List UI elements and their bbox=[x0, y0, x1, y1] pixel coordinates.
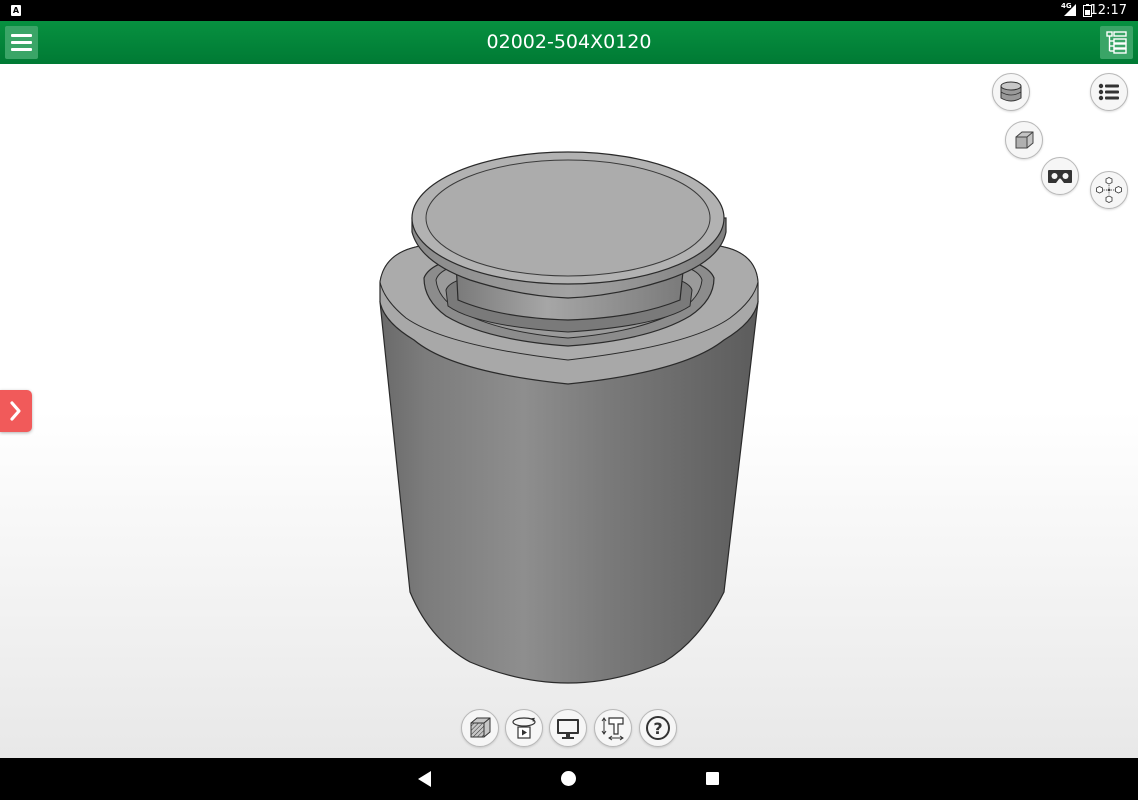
display-icon bbox=[557, 719, 579, 739]
cylinder-view-button[interactable] bbox=[992, 73, 1030, 111]
help-glyph: ? bbox=[653, 719, 662, 738]
explode-view-icon bbox=[1096, 176, 1122, 204]
page-title: 02002-504X0120 bbox=[486, 31, 652, 53]
chevron-right-icon bbox=[10, 401, 21, 421]
signal-icon bbox=[1064, 4, 1076, 16]
list-button[interactable] bbox=[1090, 73, 1128, 111]
system-nav-bar bbox=[0, 758, 1138, 800]
cube-view-button[interactable] bbox=[1005, 121, 1043, 159]
app-bar: 02002-504X0120 bbox=[0, 21, 1138, 64]
notification-icon: A bbox=[11, 5, 21, 16]
rotate-animation-icon bbox=[512, 717, 536, 739]
tree-structure-icon bbox=[1106, 31, 1127, 54]
explode-view-button[interactable] bbox=[1090, 171, 1128, 209]
display-button[interactable] bbox=[549, 709, 587, 747]
dimension-icon bbox=[601, 717, 624, 741]
section-cut-icon bbox=[470, 717, 491, 738]
recents-icon[interactable] bbox=[706, 772, 719, 785]
cylinder-weight-model[interactable] bbox=[0, 64, 1138, 758]
help-icon: ? bbox=[646, 716, 670, 740]
list-icon bbox=[1098, 83, 1119, 101]
cylinder-view-icon bbox=[1000, 81, 1022, 102]
cube-view-icon bbox=[1015, 131, 1034, 149]
status-clock: 12:17 bbox=[1089, 3, 1127, 18]
section-cut-button[interactable] bbox=[461, 709, 499, 747]
3d-viewport[interactable]: ? bbox=[0, 64, 1138, 758]
status-bar: A 4G 12:17 bbox=[0, 0, 1138, 21]
back-icon[interactable] bbox=[418, 771, 431, 787]
rotate-animation-button[interactable] bbox=[505, 709, 543, 747]
side-panel-toggle[interactable] bbox=[0, 390, 32, 432]
help-button[interactable]: ? bbox=[639, 709, 677, 747]
home-icon[interactable] bbox=[561, 771, 576, 786]
dimension-button[interactable] bbox=[594, 709, 632, 747]
tree-structure-button[interactable] bbox=[1100, 26, 1133, 59]
vr-headset-button[interactable] bbox=[1041, 157, 1079, 195]
vr-headset-icon bbox=[1048, 170, 1072, 183]
